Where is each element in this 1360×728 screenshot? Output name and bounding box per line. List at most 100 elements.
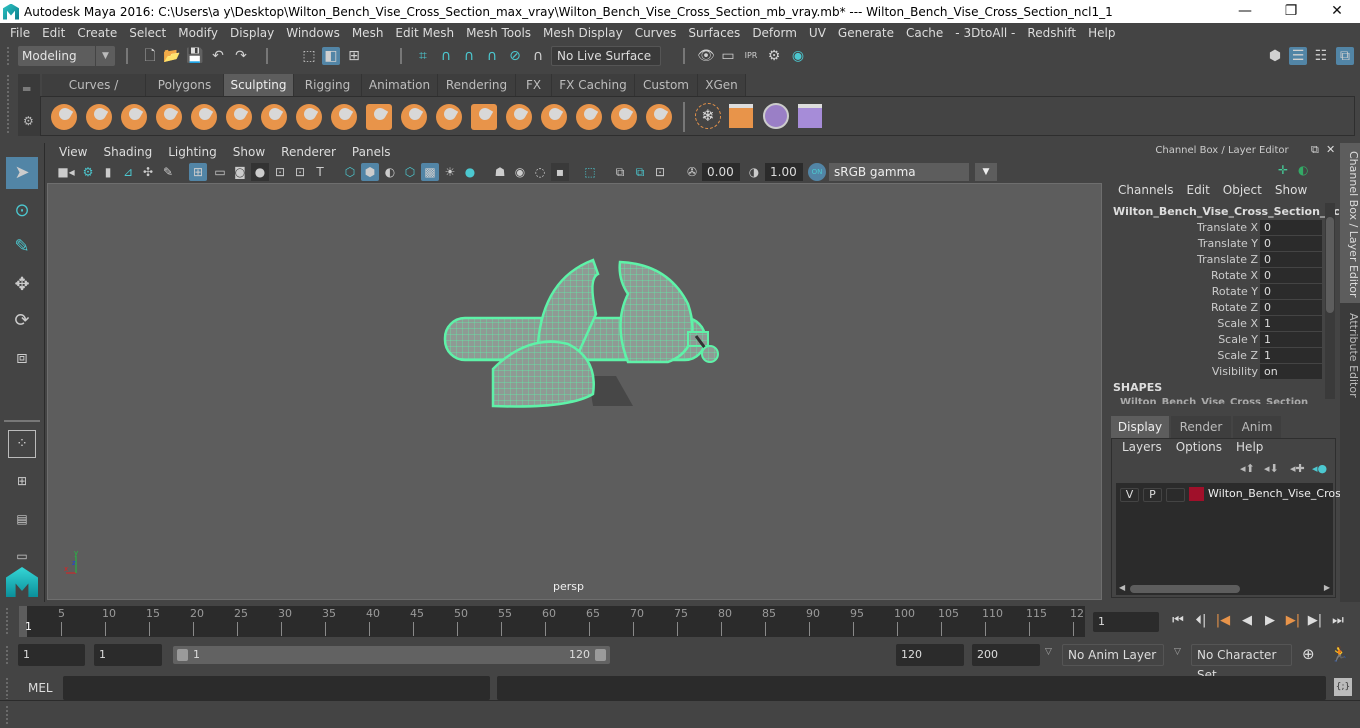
range-slider-grip[interactable] [5,645,9,665]
spray-tool-icon[interactable] [296,104,322,130]
cb-menu-channels[interactable]: Channels [1112,183,1181,197]
field-chart-icon[interactable]: ⊡ [271,163,289,181]
four-pane-layout-icon[interactable]: ⊞ [6,465,38,497]
channel-value[interactable]: 0 [1260,236,1322,251]
hypershade-icon[interactable]: ◉ [789,47,807,65]
repeat-tool-icon[interactable] [331,104,357,130]
channel-row[interactable]: Rotate Z0 [1106,300,1324,316]
isolate-select-icon[interactable]: ⬚ [581,163,599,181]
ipr-render-icon[interactable]: IPR [742,47,760,65]
exposure-field[interactable]: 0.00 [702,163,740,181]
go-to-end-button[interactable]: ⏭ [1328,611,1348,631]
bench-vise-model[interactable] [443,258,719,408]
move-layer-down-icon[interactable]: ◂⬇ [1264,462,1279,475]
3d-viewport[interactable]: y z x persp [47,183,1102,600]
smear-tool-icon[interactable] [541,104,567,130]
attribute-editor-toggle-icon[interactable]: ☰ [1289,47,1307,65]
channel-row[interactable]: Scale X1 [1106,316,1324,332]
save-scene-icon[interactable]: 💾 [186,47,204,65]
shelf-tab-sculpting[interactable]: Sculpting [224,74,294,96]
x-ray-joints-icon[interactable]: ⊡ [651,163,669,181]
animation-preferences-icon[interactable]: 🏃 [1330,645,1349,663]
cb-menu-show[interactable]: Show [1269,183,1314,197]
scale-tool-icon[interactable]: ⧈ [6,342,38,374]
channel-label[interactable]: Scale Z [1217,348,1258,364]
layer-menu-help[interactable]: Help [1230,440,1271,454]
open-scene-icon[interactable]: 📂 [163,47,181,65]
relax-tool-icon[interactable] [121,104,147,130]
menu-3dtoall[interactable]: - 3DtoAll - [949,26,1021,40]
menu-display[interactable]: Display [224,26,280,40]
layer-menu-options[interactable]: Options [1170,440,1230,454]
speed-icon[interactable]: ◐ [1298,163,1308,177]
move-layer-up-icon[interactable]: ◂⬆ [1240,462,1255,475]
unfreeze-icon[interactable]: ❄ [695,103,721,129]
menu-mesh-display[interactable]: Mesh Display [537,26,629,40]
x-ray-icon[interactable]: ⧉ [611,163,629,181]
panel-menu-view[interactable]: View [51,145,95,159]
shelf-grip[interactable] [6,74,10,134]
render-view-icon[interactable]: 👁 [697,47,715,65]
screen-space-ao-icon[interactable]: ☗ [491,163,509,181]
play-backwards-button[interactable]: ◀ [1237,611,1257,631]
channel-label[interactable]: Rotate Z [1211,300,1258,316]
freeze-tool-icon[interactable] [646,104,672,130]
shelf-settings-icon[interactable]: ⚙ [23,114,34,128]
x-ray-active-icon[interactable]: ⧉ [631,163,649,181]
channel-row[interactable]: Scale Y1 [1106,332,1324,348]
menu-file[interactable]: File [4,26,36,40]
make-live-icon[interactable]: ⊘ [506,47,524,65]
playback-end-field[interactable]: 120 [896,644,964,666]
menu-modify[interactable]: Modify [172,26,224,40]
playback-start-field[interactable]: 1 [94,644,162,666]
scroll-left-icon[interactable]: ◀ [1119,583,1125,592]
render-current-frame-icon[interactable]: ▭ [719,47,737,65]
help-line-grip[interactable] [5,705,9,725]
channel-label[interactable]: Scale Y [1218,332,1258,348]
use-default-material-icon[interactable]: ◐ [381,163,399,181]
auto-key-icon[interactable]: ⊕ [1302,645,1315,663]
script-editor-icon[interactable]: {;} [1334,678,1352,696]
undo-icon[interactable]: ↶ [209,47,227,65]
script-language-toggle[interactable]: MEL [28,681,53,695]
layer-tab-anim[interactable]: Anim [1233,416,1281,438]
current-frame-field[interactable]: 1 [1093,612,1159,632]
maximize-button[interactable]: ❐ [1268,0,1314,23]
safe-title-icon[interactable]: T [311,163,329,181]
layer-tab-display[interactable]: Display [1111,416,1169,438]
layer-hscrollbar[interactable]: ◀ ▶ [1116,583,1333,595]
channel-value[interactable]: 0 [1260,300,1322,315]
menu-mesh[interactable]: Mesh [346,26,390,40]
selected-object-name[interactable]: Wilton_Bench_Vise_Cross_Section_ncl... [1113,205,1356,218]
menu-edit[interactable]: Edit [36,26,71,40]
time-slider-grip[interactable] [5,607,9,635]
layer-display-type-toggle[interactable] [1166,488,1185,502]
grease-pencil-icon[interactable]: ✎ [159,163,177,181]
menu-select[interactable]: Select [123,26,172,40]
blend-shape-icon[interactable] [763,103,789,129]
channel-value[interactable]: 0 [1260,220,1322,235]
play-forwards-button[interactable]: ▶ [1260,611,1280,631]
amplify-tool-icon[interactable] [611,104,637,130]
modeling-toolkit-icon[interactable]: ⬢ [1266,47,1284,65]
manipulator-icon[interactable]: ✛ [1278,163,1288,177]
channel-row[interactable]: Rotate Y0 [1106,284,1324,300]
paint-select-tool-icon[interactable]: ✎ [6,231,38,263]
panel-menu-panels[interactable]: Panels [344,145,399,159]
channel-value[interactable]: 0 [1260,268,1322,283]
2d-pan-zoom-icon[interactable]: ✣ [139,163,157,181]
shelf-tab-custom[interactable]: Custom [635,74,698,96]
render-settings-icon[interactable]: ⚙ [765,47,783,65]
float-panel-icon[interactable]: ⧉ [1311,143,1319,157]
cb-menu-edit[interactable]: Edit [1181,183,1217,197]
scrollbar-thumb[interactable] [1130,585,1240,593]
time-slider-track[interactable]: 1 5 10 15 20 25 30 35 40 45 50 55 60 65 70 75 80 85 90 95 1… [19,606,1085,637]
grab-tool-icon[interactable] [156,104,182,130]
sculpt-tool-icon[interactable] [51,104,77,130]
layer-playback-toggle[interactable]: P [1143,488,1162,502]
select-by-component-icon[interactable]: ⊞ [345,47,363,65]
channel-row[interactable]: Translate Z0 [1106,252,1324,268]
wireframe-on-shaded-icon[interactable]: ⬡ [401,163,419,181]
channel-label[interactable]: Rotate Y [1212,284,1258,300]
layer-menu-layers[interactable]: Layers [1116,440,1170,454]
